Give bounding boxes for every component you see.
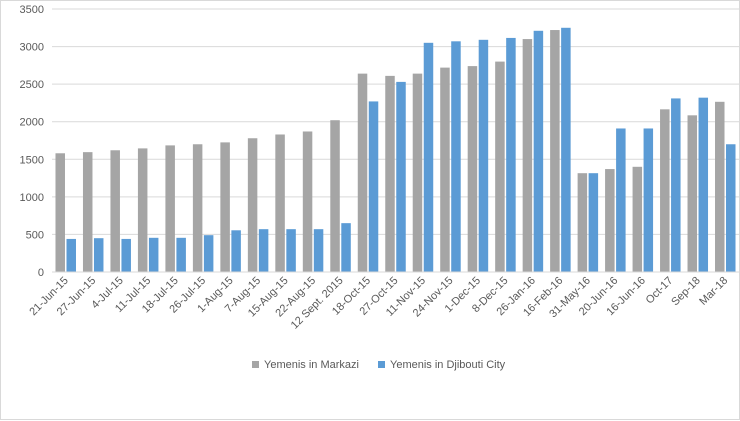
bar-djibouti-city: 12 Sept. 2015: 650 bbox=[341, 223, 351, 272]
bar-markazi: 4-Jul-15: 1620 bbox=[110, 150, 120, 272]
bar-djibouti-city: 15-Aug-15: 570 bbox=[286, 229, 296, 272]
bar-markazi: 26-Jan-16: 3100 bbox=[522, 39, 533, 272]
bar-djibouti-city: 27-Jun-15: 450 bbox=[93, 238, 104, 272]
legend-swatch bbox=[378, 361, 385, 368]
bar-djibouti-city: 11-Jul-15: 455 bbox=[148, 237, 159, 272]
legend-swatch bbox=[252, 361, 259, 368]
bar-markazi: 11-Jul-15: 1645 bbox=[137, 148, 148, 272]
bar-djibouti-city: 26-Jul-15: 490 bbox=[203, 235, 214, 272]
bar-djibouti-city: 26-Jan-16: 3210 bbox=[533, 30, 544, 272]
bar-djibouti-city: Oct-17: 2310 bbox=[671, 98, 681, 272]
bar-markazi: 12 Sept. 2015: 2020 bbox=[330, 120, 340, 272]
bar-djibouti-city: Sep-18: 2320 bbox=[698, 97, 709, 272]
bar-markazi: 18-Oct-15: 2640 bbox=[357, 73, 368, 272]
bar-djibouti-city: 4-Jul-15: 440 bbox=[121, 238, 131, 272]
legend-label: Yemenis in Djibouti City bbox=[390, 359, 506, 371]
bar-djibouti-city: 31-May-16: 1315 bbox=[588, 173, 599, 272]
x-tick-label: Mar-18 bbox=[697, 275, 730, 308]
bar-djibouti-city: Mar-18: 1700 bbox=[726, 144, 736, 272]
bar-djibouti-city: 20-Jun-16: 1910 bbox=[616, 128, 626, 272]
bar-markazi: 27-Oct-15: 2610 bbox=[385, 75, 395, 273]
bar-markazi: 15-Aug-15: 1830 bbox=[275, 134, 285, 272]
bar-markazi: Sep-18: 2085 bbox=[687, 115, 698, 272]
bar-markazi: 1-Aug-15: 1725 bbox=[220, 142, 230, 272]
bar-djibouti-city: 8-Dec-15: 3115 bbox=[506, 37, 516, 273]
y-tick-label: 0 bbox=[38, 267, 44, 279]
bar-markazi: 7-Aug-15: 1780 bbox=[247, 138, 258, 272]
bar-markazi: 18-Jul-15: 1685 bbox=[165, 145, 175, 272]
bar-markazi: 16-Feb-16: 3220 bbox=[550, 30, 560, 273]
bar-markazi: Mar-18: 2265 bbox=[715, 101, 725, 273]
x-tick-label: Sep-18 bbox=[669, 275, 703, 309]
bar-djibouti-city: 7-Aug-15: 570 bbox=[258, 229, 269, 272]
bar-markazi: 16-Jun-16: 1400 bbox=[632, 166, 643, 272]
y-tick-label: 3000 bbox=[20, 42, 44, 54]
y-tick-label: 2000 bbox=[20, 117, 44, 129]
bar-djibouti-city: 1-Aug-15: 555 bbox=[231, 230, 241, 272]
bar-djibouti-city: 11-Nov-15: 3050 bbox=[423, 42, 434, 272]
bar-djibouti-city: 16-Feb-16: 3250 bbox=[561, 27, 571, 272]
bar-djibouti-city: 1-Dec-15: 3090 bbox=[478, 39, 489, 273]
bar-djibouti-city: 16-Jun-16: 1910 bbox=[643, 128, 654, 272]
bar-markazi: 11-Nov-15: 2640 bbox=[412, 73, 423, 272]
bar-markazi: 1-Dec-15: 2740 bbox=[467, 66, 478, 272]
y-tick-label: 1500 bbox=[20, 154, 44, 166]
bar-markazi: 24-Nov-15: 2720 bbox=[440, 67, 450, 273]
legend-label: Yemenis in Markazi bbox=[264, 359, 359, 371]
y-tick-label: 2500 bbox=[20, 79, 44, 91]
bar-markazi: 8-Dec-15: 2800 bbox=[495, 61, 505, 272]
bar-markazi: 21-Jun-15: 1580 bbox=[55, 153, 65, 272]
chart-frame: 0 500 1000 1500 2000 2500 3000 3500 21-Jun-15: 1… bbox=[0, 0, 740, 420]
y-tick-label: 1000 bbox=[20, 192, 44, 204]
bar-markazi: 27-Jun-15: 1595 bbox=[82, 152, 93, 272]
bar-djibouti-city: 24-Nov-15: 3070 bbox=[451, 41, 461, 272]
bar-djibouti-city: 22-Aug-15: 570 bbox=[313, 229, 324, 272]
bar-djibouti-city: 27-Oct-15: 2530 bbox=[396, 81, 406, 272]
bar-djibouti-city: 21-Jun-15: 440 bbox=[66, 238, 76, 272]
chart-svg: 0 500 1000 1500 2000 2500 3000 3500 21-Jun-15: 1… bbox=[20, 4, 739, 371]
y-tick-label: 3500 bbox=[20, 4, 44, 16]
bar-markazi: 22-Aug-15: 1870 bbox=[302, 131, 313, 272]
bar-djibouti-city: 18-Oct-15: 2270 bbox=[368, 101, 379, 272]
bar-markazi: Oct-17: 2165 bbox=[660, 109, 670, 273]
bar-markazi: 20-Jun-16: 1370 bbox=[605, 169, 615, 272]
bar-markazi: 31-May-16: 1315 bbox=[577, 173, 588, 272]
y-tick-label: 500 bbox=[26, 229, 44, 241]
bar-djibouti-city: 18-Jul-15: 455 bbox=[176, 237, 186, 272]
bar-markazi: 26-Jul-15: 1700 bbox=[192, 144, 203, 272]
